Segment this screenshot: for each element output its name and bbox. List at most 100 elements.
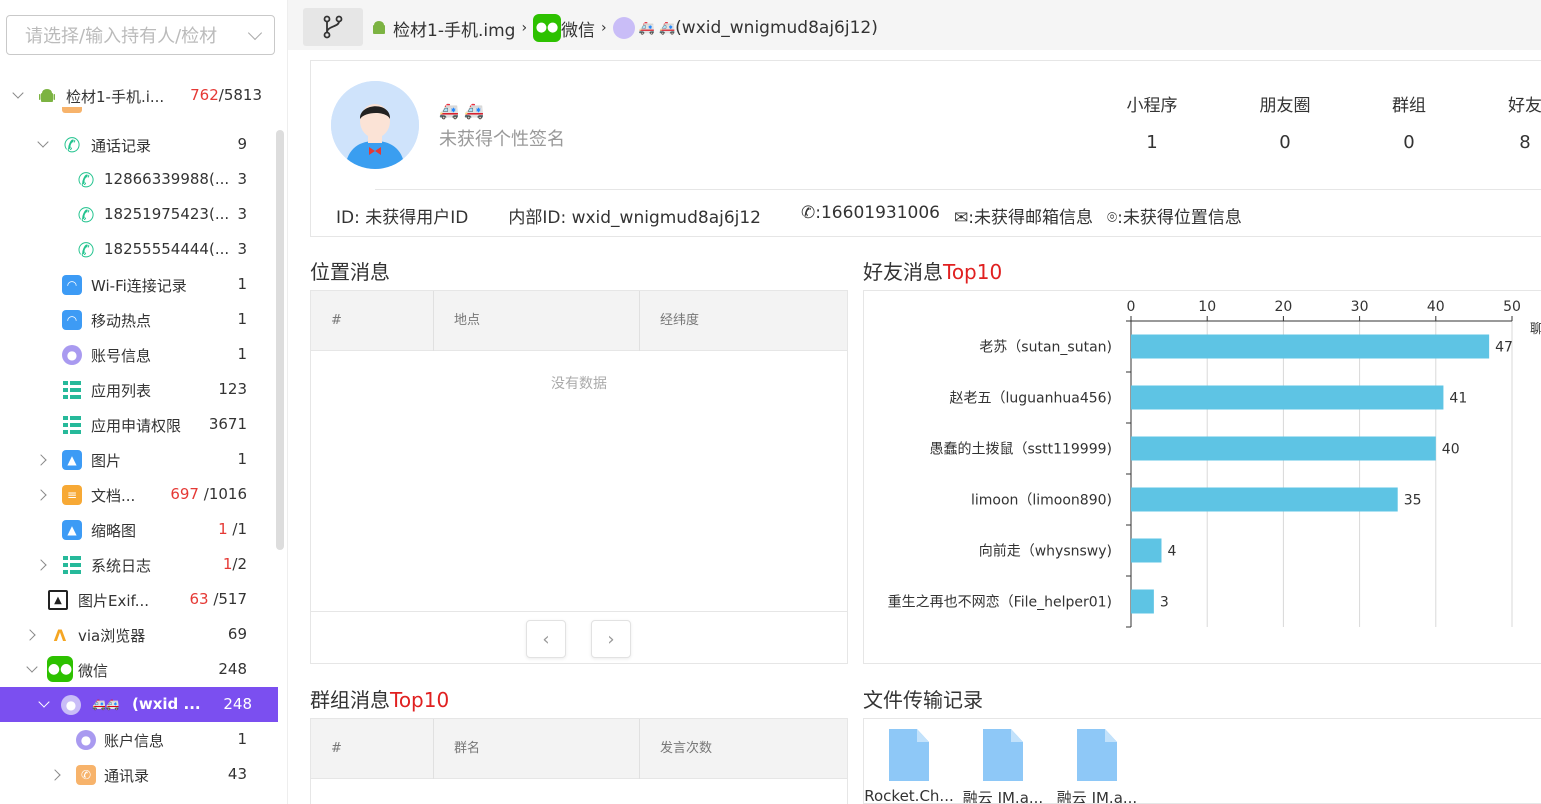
tree-label: 图片 — [91, 452, 122, 470]
ambulance-icon: 🚑 🚑 — [638, 20, 676, 36]
category-label: 重生之再也不网恋（File_helper01) — [888, 594, 1112, 611]
files-section-title: 文件传输记录 — [863, 688, 983, 712]
tree-item-account-info[interactable]: ● 账户信息 1 — [0, 722, 278, 757]
email-value: :未获得邮箱信息 — [968, 208, 1093, 228]
friend-section-title: 好友消息Top10 — [863, 256, 1002, 285]
stat-label: 好友 — [1508, 96, 1541, 116]
nickname-emoji: 🚑 🚑 — [439, 101, 484, 120]
column-header[interactable]: 发言次数 — [640, 719, 847, 779]
tree-count: 697 /1016 — [170, 485, 247, 503]
tree-item-device[interactable]: 检材1-手机.i... 762/5813 — [0, 78, 278, 113]
tree-item-wechat[interactable]: ●● 微信 248 — [0, 652, 278, 687]
tree-label: Wi-Fi连接记录 — [91, 277, 187, 295]
file-item[interactable]: Rocket.Ch... — [864, 729, 954, 804]
stat-moments[interactable]: 朋友圈 0 — [1240, 91, 1330, 153]
tree-item-call[interactable]: ✆ 18255554444(... 3 — [0, 232, 278, 267]
stat-value: 1 — [1146, 132, 1158, 153]
android-icon — [373, 21, 385, 34]
bar — [1131, 538, 1162, 563]
document-icon: ≡ — [62, 485, 82, 505]
stat-value: 0 — [1279, 132, 1291, 153]
tree-item-wechat-account[interactable]: ● 🚑🚑 (wxid ... 248 — [0, 687, 278, 722]
stat-groups[interactable]: 群组 0 — [1364, 91, 1454, 153]
expand-arrow-icon[interactable] — [37, 136, 49, 148]
expand-arrow-icon[interactable] — [35, 489, 47, 501]
location-value: :未获得位置信息 — [1117, 208, 1242, 228]
branch-icon — [323, 15, 343, 39]
tree-item-system-log[interactable]: 系统日志 1/2 — [0, 547, 278, 582]
tree-item-exif[interactable]: ▲ 图片Exif... 63 /517 — [0, 582, 278, 617]
tree-item-apps[interactable]: 应用列表 123 — [0, 372, 278, 407]
column-header[interactable]: 地点 — [434, 291, 640, 351]
friend-chart: 0 10 20 30 40 50 聊老苏（sutan_sutan) 47 赵老五（luguanh… — [863, 290, 1541, 664]
stat-mini-programs[interactable]: 小程序 1 — [1107, 91, 1197, 153]
list-icon — [62, 380, 82, 400]
column-header[interactable]: # — [311, 291, 434, 351]
file-name: Rocket.Ch... — [864, 787, 954, 804]
tree-count: 123 — [218, 380, 247, 398]
tree-count: 1 — [237, 345, 247, 363]
tree-count: 3 — [237, 240, 247, 258]
profile-info-line: ID: 未获得用户ID 内部ID: wxid_wnigmud8aj6j12 ✆:… — [336, 203, 1282, 228]
empty-text: 没有数据 — [551, 376, 607, 392]
location-field: ⌾:未获得位置信息 — [1107, 203, 1242, 228]
evidence-tree: 检材1-手机.i... 762/5813 ✆ 通话记录 9 ✆ 12866339… — [0, 78, 278, 792]
user-id: ID: 未获得用户ID — [336, 208, 469, 228]
expand-arrow-icon[interactable] — [38, 696, 50, 708]
expand-arrow-icon[interactable] — [12, 87, 24, 99]
tree-item-wifi[interactable]: ◠ Wi-Fi连接记录 1 — [0, 267, 278, 302]
tree-item-call-log[interactable]: ✆ 通话记录 9 — [0, 127, 278, 162]
holder-search-select[interactable]: 请选择/输入持有人/检材 — [6, 15, 275, 55]
group-table: # 群名 发言次数 — [310, 718, 848, 804]
tree-label: 账号信息 — [91, 347, 152, 365]
x-tick-label: 30 — [1351, 299, 1369, 315]
branch-button[interactable] — [303, 8, 363, 46]
breadcrumb-app[interactable]: 微信 — [561, 16, 595, 41]
mail-icon: ✉ — [953, 208, 969, 228]
column-header[interactable]: # — [311, 719, 434, 779]
stat-value: 0 — [1403, 132, 1415, 153]
column-header[interactable]: 群名 — [434, 719, 640, 779]
tree-item-hotspot[interactable]: ◠ 移动热点 1 — [0, 302, 278, 337]
chevron-down-icon[interactable] — [247, 25, 263, 41]
column-header[interactable]: 经纬度 — [640, 291, 847, 351]
category-label: 愚蠢的土拨鼠（sstt119999) — [930, 442, 1112, 458]
expand-arrow-icon[interactable] — [35, 559, 47, 571]
breadcrumb-account[interactable]: (wxid_wnigmud8aj6j12) — [675, 18, 878, 38]
user-icon: ● — [62, 345, 82, 365]
breadcrumb-device[interactable]: 检材1-手机.img — [393, 16, 515, 41]
file-item[interactable]: 融云 IM.a... — [958, 729, 1048, 803]
tree-item-documents[interactable]: ≡ 文档... 697 /1016 — [0, 477, 278, 512]
tree-item-contacts[interactable]: ✆ 通讯录 43 — [0, 757, 278, 792]
sidebar-scrollbar[interactable] — [276, 130, 284, 550]
file-item[interactable]: 融云 IM.a... — [1052, 729, 1142, 803]
tree-item-account[interactable]: ● 账号信息 1 — [0, 337, 278, 372]
title-highlight: Top10 — [943, 260, 1003, 284]
tree-item-thumbnails[interactable]: ▲ 缩略图 1 /1 — [0, 512, 278, 547]
file-icon — [983, 729, 1023, 781]
tree-label: (wxid ... — [132, 695, 201, 713]
breadcrumb: 检材1-手机.img › ●● 微信 › 🚑 🚑 (wxid_wnigmud8a… — [370, 14, 878, 42]
prev-page-button[interactable]: ‹ — [526, 620, 566, 658]
next-page-button[interactable]: › — [591, 620, 631, 658]
tree-item-call[interactable]: ✆ 12866339988(... 3 — [0, 162, 278, 197]
location-pin-icon: ⌾ — [1106, 208, 1118, 228]
tree-item-via-browser[interactable]: Λ via浏览器 69 — [0, 617, 278, 652]
tree-item-images[interactable]: ▲ 图片 1 — [0, 442, 278, 477]
stat-friends[interactable]: 好友 8 — [1480, 91, 1541, 153]
phone-icon: ✆ — [77, 168, 95, 192]
file-icon — [1077, 729, 1117, 781]
tree-count: 1/2 — [222, 555, 247, 573]
image-icon: ▲ — [62, 520, 82, 540]
phone-value: :16601931006 — [815, 203, 940, 223]
tree-item-permissions[interactable]: 应用申请权限 3671 — [0, 407, 278, 442]
tree-item-call[interactable]: ✆ 18251975423(... 3 — [0, 197, 278, 232]
bar — [1131, 487, 1398, 512]
expand-arrow-icon[interactable] — [24, 629, 36, 641]
expand-arrow-icon[interactable] — [49, 769, 61, 781]
bar — [1131, 436, 1436, 461]
divider — [375, 189, 1541, 190]
expand-arrow-icon[interactable] — [35, 454, 47, 466]
expand-arrow-icon[interactable] — [26, 661, 38, 673]
x-tick-label: 10 — [1198, 299, 1216, 315]
